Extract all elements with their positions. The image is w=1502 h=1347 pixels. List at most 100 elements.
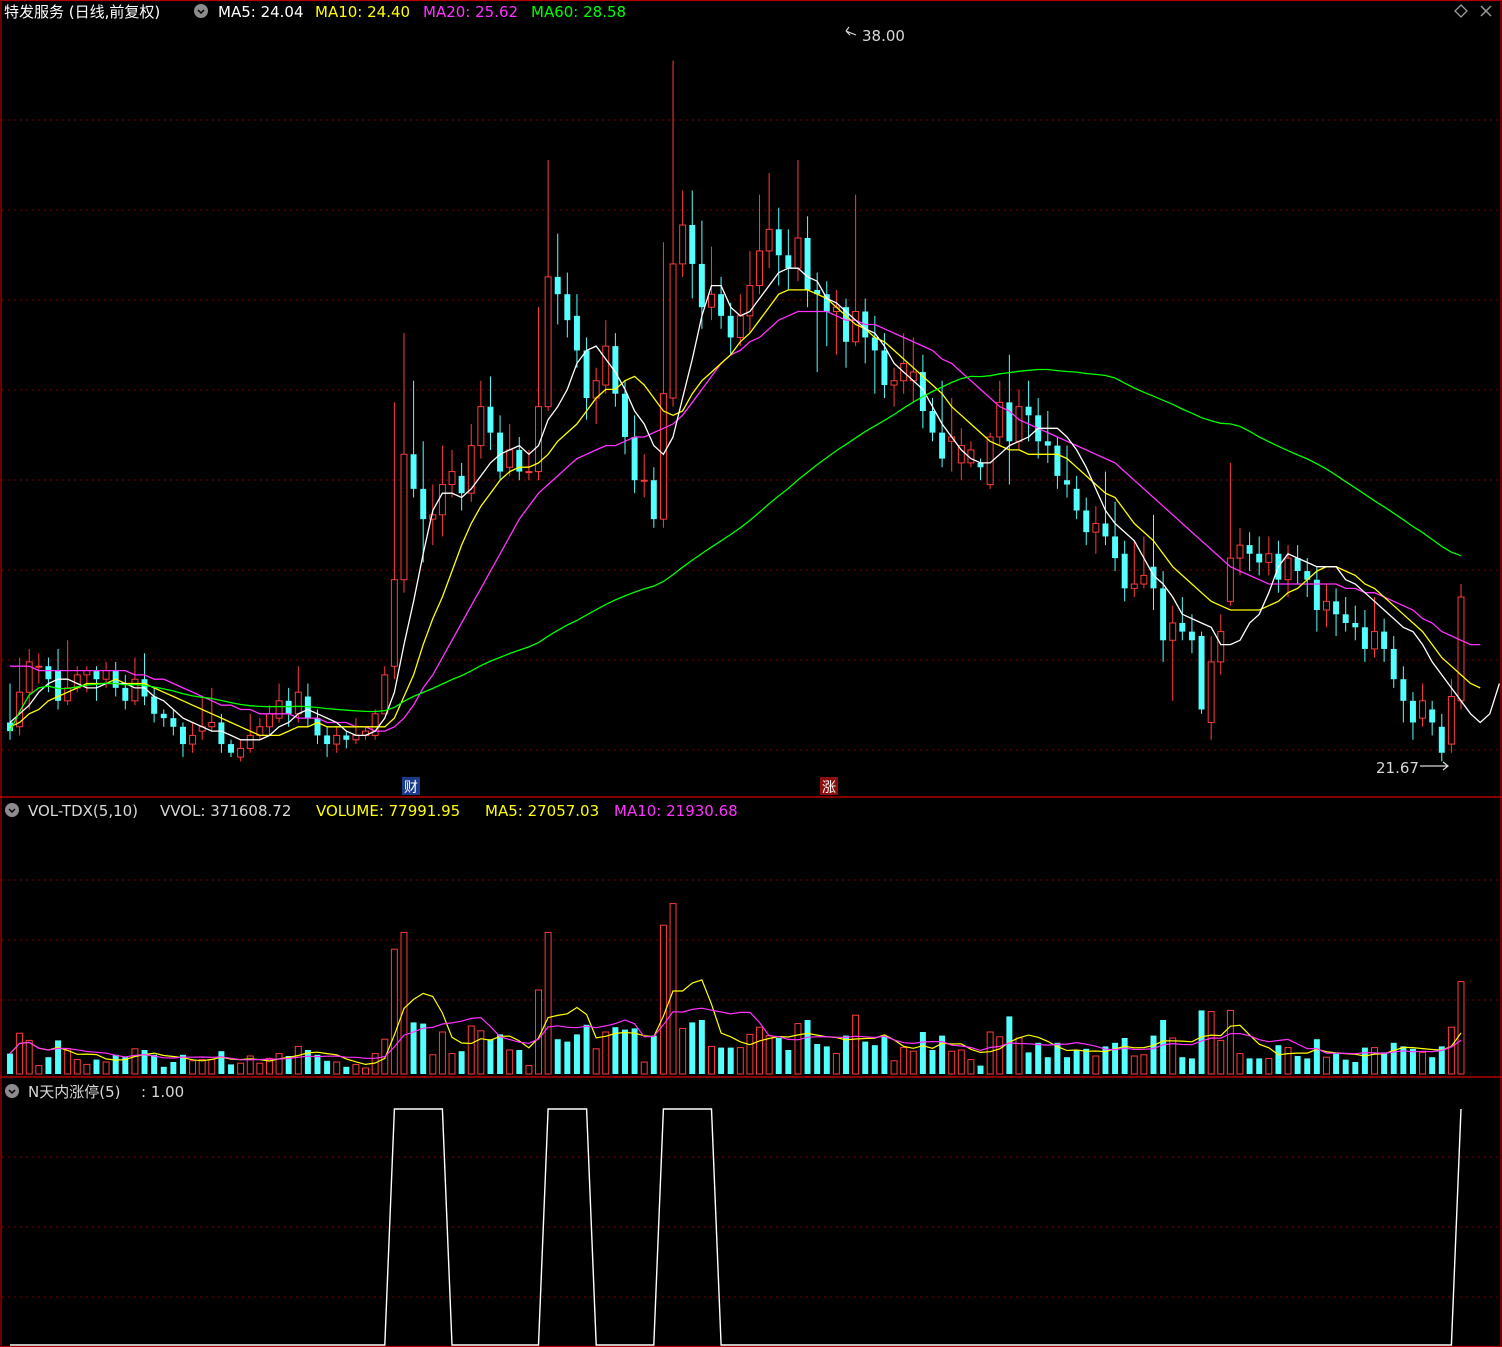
volume-bar bbox=[516, 1050, 523, 1074]
volume-bar bbox=[35, 1065, 43, 1075]
candle bbox=[35, 653, 43, 684]
volume-bar bbox=[410, 1022, 417, 1074]
high-price-label: 38.00 bbox=[862, 27, 905, 45]
volume-bar bbox=[1447, 1026, 1455, 1075]
volume-bar bbox=[1381, 1052, 1388, 1074]
vvol-label: VVOL: 371608.72 bbox=[160, 802, 291, 820]
candle bbox=[256, 718, 264, 740]
volume-bar bbox=[1409, 1048, 1416, 1074]
candle bbox=[727, 302, 734, 355]
marker-limit-up[interactable]: 涨 bbox=[820, 777, 838, 796]
volume-bar bbox=[1284, 1047, 1292, 1075]
candle bbox=[1198, 631, 1205, 714]
frame bbox=[0, 0, 1502, 1347]
candle bbox=[246, 713, 254, 753]
candle bbox=[448, 449, 456, 498]
candle bbox=[1207, 635, 1215, 740]
settings-icon[interactable] bbox=[194, 4, 208, 18]
candle bbox=[487, 376, 494, 450]
volume-bar bbox=[794, 1023, 802, 1075]
volume-bar bbox=[324, 1060, 331, 1074]
marker-finance[interactable]: 财 bbox=[402, 777, 420, 796]
volume-bar bbox=[1333, 1053, 1340, 1074]
candle bbox=[429, 484, 437, 546]
volume-bar bbox=[1256, 1058, 1263, 1074]
volume-bar bbox=[1217, 1039, 1225, 1075]
volume-bar bbox=[1342, 1059, 1349, 1074]
candle bbox=[64, 640, 72, 706]
volume-bar bbox=[1275, 1045, 1282, 1074]
volume-bar bbox=[1006, 1016, 1013, 1074]
limit-title: N天内涨停(5) bbox=[28, 1083, 120, 1101]
candle bbox=[832, 289, 840, 355]
volume-bar bbox=[467, 1025, 475, 1075]
volume-bar bbox=[420, 1023, 427, 1074]
volume-bar bbox=[73, 1059, 81, 1075]
volume-bar bbox=[294, 1045, 302, 1075]
volume-bar bbox=[669, 903, 677, 1075]
volume-bar bbox=[689, 1022, 696, 1074]
ma5-label: MA5: 24.04 bbox=[218, 3, 304, 21]
volume-bar bbox=[564, 1041, 571, 1074]
volume-bar bbox=[718, 1047, 725, 1074]
volume-bar bbox=[1322, 1056, 1330, 1075]
volume-bar bbox=[977, 1065, 984, 1074]
diamond-icon[interactable] bbox=[1454, 4, 1468, 18]
volume-bar bbox=[602, 1031, 610, 1075]
volume-bar bbox=[333, 1061, 341, 1075]
candle bbox=[900, 333, 908, 394]
volume-bar bbox=[890, 1060, 898, 1075]
candle bbox=[1073, 475, 1080, 520]
volume-settings-icon[interactable] bbox=[5, 803, 19, 817]
candle bbox=[775, 207, 782, 286]
candle bbox=[208, 687, 216, 732]
limit-value: : 1.00 bbox=[141, 1083, 184, 1101]
volume-bar bbox=[900, 1047, 908, 1075]
candle bbox=[544, 160, 552, 411]
candle bbox=[919, 354, 926, 429]
candle bbox=[1342, 597, 1349, 632]
candle bbox=[535, 307, 542, 481]
candle bbox=[198, 696, 206, 740]
candle bbox=[1381, 618, 1388, 662]
volume-bar bbox=[727, 1047, 734, 1074]
ma10-line bbox=[9, 289, 1481, 737]
volume-bar bbox=[986, 1031, 994, 1075]
volume-bar bbox=[1140, 1054, 1148, 1075]
candle bbox=[390, 402, 398, 680]
candle bbox=[1294, 545, 1301, 585]
candle bbox=[122, 674, 129, 710]
volume-bar bbox=[631, 1028, 638, 1074]
candle bbox=[189, 722, 197, 753]
candle bbox=[640, 454, 648, 498]
volume-ma5-line bbox=[9, 979, 1462, 1066]
volume-bar bbox=[102, 1061, 110, 1075]
candle bbox=[497, 415, 504, 481]
volume-bar bbox=[1429, 1057, 1436, 1074]
volume-bar bbox=[804, 1020, 811, 1074]
candle bbox=[1006, 354, 1013, 485]
volume-bar bbox=[237, 1062, 245, 1075]
candle bbox=[7, 683, 13, 740]
volume-bar bbox=[698, 1020, 705, 1074]
volume-bar bbox=[1419, 1051, 1427, 1075]
candle bbox=[1054, 436, 1061, 489]
limit-settings-icon[interactable] bbox=[5, 1084, 19, 1098]
ma60-label: MA60: 28.58 bbox=[531, 3, 626, 21]
candle bbox=[25, 648, 33, 710]
candle bbox=[151, 687, 158, 723]
candle bbox=[746, 250, 754, 334]
candle bbox=[1150, 514, 1157, 610]
volume-bar bbox=[919, 1032, 926, 1074]
close-icon[interactable] bbox=[1480, 5, 1492, 17]
volume-bar bbox=[957, 1049, 965, 1075]
candle bbox=[1371, 597, 1378, 658]
candle bbox=[967, 441, 975, 468]
volume-bar bbox=[1390, 1042, 1397, 1074]
candle bbox=[794, 160, 802, 282]
candle bbox=[1112, 501, 1119, 572]
volume-title: VOL-TDX(5,10) bbox=[28, 802, 138, 820]
svg-text:涨: 涨 bbox=[822, 780, 836, 796]
candle bbox=[1361, 609, 1368, 662]
candle bbox=[1265, 536, 1273, 576]
